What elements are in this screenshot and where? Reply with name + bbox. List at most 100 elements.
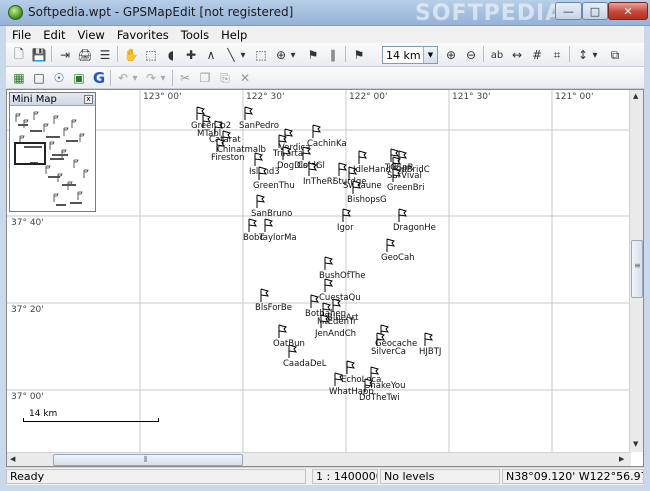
waypoint-flag-icon[interactable] — [324, 278, 334, 292]
waypoint-flag-icon[interactable] — [312, 124, 322, 138]
app-globe-icon[interactable] — [8, 5, 23, 20]
vertical-scroll-thumb[interactable]: ≡ — [631, 240, 643, 298]
hand-pan-icon[interactable]: ✋ — [122, 46, 140, 64]
waypoint-flag-icon[interactable] — [324, 256, 334, 270]
waypoint-label[interactable]: HJBTJ — [419, 347, 441, 357]
waypoint-flag-icon[interactable] — [338, 162, 348, 176]
waypoint-flag-icon[interactable] — [342, 208, 352, 222]
gps-device-icon[interactable]: ▣ — [70, 69, 88, 87]
waypoint-flag-icon[interactable] — [320, 314, 330, 328]
scroll-up-icon[interactable]: ▲ — [633, 92, 638, 100]
scale-icon[interactable]: ↔ — [508, 46, 526, 64]
copy-icon[interactable]: ❐ — [196, 69, 214, 87]
edit-node-icon[interactable]: ◖ — [162, 46, 180, 64]
document-icon[interactable]: □ — [30, 69, 48, 87]
waypoint-label[interactable]: Fireston — [211, 153, 245, 163]
labels-icon[interactable]: ab — [488, 46, 506, 64]
scroll-down-icon[interactable]: ▼ — [633, 440, 638, 448]
waypoint-label[interactable]: InTheRi — [303, 177, 335, 187]
map-icon[interactable]: ▦ — [10, 69, 28, 87]
measure-icon[interactable]: ∥ — [324, 46, 342, 64]
waypoint-flag-icon[interactable] — [278, 324, 288, 338]
waypoint-label[interactable]: BlsForBe — [255, 303, 292, 313]
horizontal-scroll-thumb[interactable]: ⦀ — [53, 454, 243, 466]
dropdown-arrow-icon[interactable]: ▾ — [288, 46, 298, 64]
zoom-combo[interactable]: 14 km ▼ — [382, 46, 438, 64]
new-icon[interactable]: 🗋 — [10, 46, 28, 64]
waypoint-flag-icon[interactable] — [376, 332, 386, 346]
gps-icon[interactable]: ☉ — [50, 69, 68, 87]
paste-icon[interactable]: ⎘ — [216, 69, 234, 87]
waypoint-flag-icon[interactable] — [358, 150, 368, 164]
menu-help[interactable]: Help — [215, 28, 253, 42]
mini-map-viewport[interactable] — [14, 142, 46, 165]
waypoint-label[interactable]: SanPedro — [239, 121, 279, 131]
waypoint-flag-icon[interactable] — [332, 298, 342, 312]
zoom-in-icon[interactable]: ⊕ — [442, 46, 460, 64]
waypoint-flag-icon[interactable] — [254, 152, 264, 166]
save-icon[interactable]: 💾 — [30, 46, 48, 64]
waypoint-label[interactable]: CachinKa — [307, 139, 347, 149]
waypoint-flag-icon[interactable] — [364, 378, 374, 392]
close-icon[interactable]: x — [84, 95, 93, 104]
menu-tools[interactable]: Tools — [175, 28, 215, 42]
waypoint-icon[interactable]: ⚑ — [304, 46, 322, 64]
google-icon[interactable]: G — [90, 69, 108, 87]
waypoint-flag-icon[interactable] — [398, 150, 408, 164]
waypoint-label[interactable]: DoTheTwi — [359, 393, 400, 403]
map-view[interactable]: 123° 00' 122° 30' 122° 00' 121° 30' 121°… — [6, 89, 644, 467]
waypoint-label[interactable]: TaylorMa — [259, 233, 297, 243]
delete-icon[interactable]: ✕ — [236, 69, 254, 87]
minimize-button[interactable]: — — [555, 2, 582, 20]
export-icon[interactable]: ⇥ — [56, 46, 74, 64]
waypoint-flag-icon[interactable] — [248, 218, 258, 232]
select-icon[interactable]: ⬚ — [142, 46, 160, 64]
waypoint-label[interactable]: JenAndCh — [315, 329, 356, 339]
scroll-right-icon[interactable]: ▶ — [619, 455, 624, 463]
waypoint-flag-icon[interactable] — [288, 344, 298, 358]
grid-lines-icon[interactable]: ⌗ — [548, 46, 566, 64]
select-rect-icon[interactable]: ⬚ — [252, 46, 270, 64]
menu-favorites[interactable]: Favorites — [111, 28, 175, 42]
horizontal-scrollbar[interactable]: ◀ ⦀ ▶ — [7, 452, 631, 466]
waypoint-flag-icon[interactable] — [264, 218, 274, 232]
waypoint-flag-icon[interactable] — [392, 168, 402, 182]
move-icon[interactable]: ✚ — [182, 46, 200, 64]
waypoint-label[interactable]: BishopsG — [347, 195, 387, 205]
menu-view[interactable]: View — [72, 28, 111, 42]
properties-icon[interactable]: ☰ — [96, 46, 114, 64]
scroll-left-icon[interactable]: ◀ — [10, 455, 15, 463]
mini-map-panel[interactable]: Mini Map x — [9, 92, 96, 212]
waypoint-label[interactable]: CaadaDeL — [283, 359, 326, 369]
waypoint-flag-icon[interactable] — [282, 146, 292, 160]
redo-dropdown-icon[interactable]: ▾ — [158, 69, 168, 87]
waypoint-flag-icon[interactable] — [424, 332, 434, 346]
dropdown-arrow-icon[interactable]: ▾ — [590, 46, 600, 64]
zoom-out-icon[interactable]: ⊖ — [462, 46, 480, 64]
waypoint-flag-icon[interactable] — [202, 114, 212, 128]
print-icon[interactable]: 🖨 — [76, 46, 94, 64]
waypoint-flag-icon[interactable] — [216, 138, 226, 152]
menu-edit[interactable]: Edit — [37, 28, 71, 42]
undo-dropdown-icon[interactable]: ▾ — [130, 69, 140, 87]
create-polyline-icon[interactable]: ∧ — [202, 46, 220, 64]
cut-icon[interactable]: ✂ — [176, 69, 194, 87]
waypoint-label[interactable]: GreenBri — [387, 183, 424, 193]
waypoint-label[interactable]: Sweaune — [343, 181, 382, 191]
waypoint-label[interactable]: SilverCa — [371, 347, 406, 357]
waypoint-flag-icon[interactable] — [386, 238, 396, 252]
waypoint-flag-icon[interactable] — [258, 166, 268, 180]
dropdown-arrow-icon[interactable]: ▾ — [238, 46, 248, 64]
waypoint-flag-icon[interactable]: ⚑ — [350, 46, 368, 64]
chevron-down-icon[interactable]: ▼ — [423, 47, 437, 63]
grid-icon[interactable]: # — [528, 46, 546, 64]
waypoint-flag-icon[interactable] — [308, 162, 318, 176]
waypoint-label[interactable]: DragonHe — [393, 223, 436, 233]
waypoint-flag-icon[interactable] — [346, 360, 356, 374]
waypoint-flag-icon[interactable] — [256, 194, 266, 208]
waypoint-flag-icon[interactable] — [310, 294, 320, 308]
waypoint-flag-icon[interactable] — [352, 180, 362, 194]
waypoint-flag-icon[interactable] — [260, 288, 270, 302]
waypoint-label[interactable]: GreenThu — [253, 181, 295, 191]
menu-file[interactable]: File — [6, 28, 37, 42]
